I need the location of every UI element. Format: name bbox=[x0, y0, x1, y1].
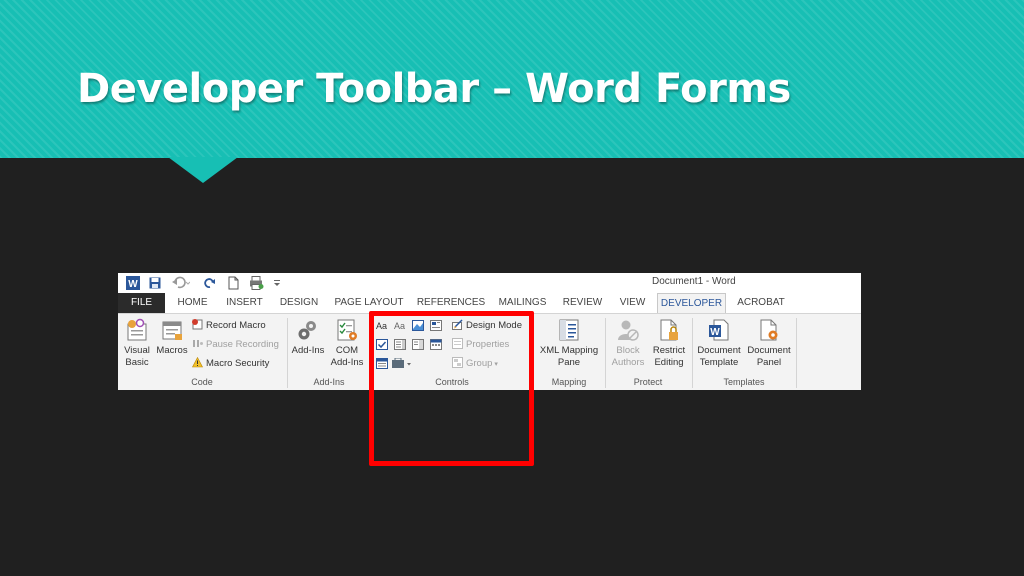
pause-recording-icon bbox=[193, 340, 203, 347]
gears-icon bbox=[298, 321, 316, 340]
tab-view[interactable]: VIEW bbox=[615, 293, 650, 313]
document-panel-icon bbox=[760, 319, 778, 341]
macros-button[interactable]: Macros bbox=[154, 318, 190, 357]
com-add-ins-button[interactable]: COM Add-Ins bbox=[328, 318, 366, 369]
group-label-templates: Templates bbox=[723, 377, 765, 387]
tab-mailings[interactable]: MAILINGS bbox=[495, 293, 550, 313]
tab-home[interactable]: HOME bbox=[171, 293, 214, 313]
group-label-protect: Protect bbox=[633, 377, 663, 387]
tab-insert[interactable]: INSERT bbox=[222, 293, 267, 313]
document-template-icon: W bbox=[709, 319, 729, 341]
restrict-editing-button[interactable]: Restrict Editing bbox=[650, 318, 688, 369]
slide-title: Developer Toolbar – Word Forms bbox=[77, 66, 791, 112]
visual-basic-button[interactable]: Visual Basic bbox=[121, 318, 153, 369]
pause-recording-label: Pause Recording bbox=[206, 339, 279, 350]
group-label-code: Code bbox=[191, 377, 213, 387]
record-macro-button[interactable]: Record Macro bbox=[192, 319, 266, 333]
customize-qat-icon[interactable] bbox=[273, 276, 281, 290]
warning-icon bbox=[192, 357, 203, 368]
macro-security-button[interactable]: Macro Security bbox=[192, 357, 269, 371]
macros-icon bbox=[162, 321, 182, 340]
svg-text:W: W bbox=[710, 327, 720, 338]
macros-label: Macros bbox=[156, 345, 188, 356]
svg-text:W: W bbox=[128, 279, 138, 290]
tab-page-layout[interactable]: PAGE LAYOUT bbox=[332, 293, 406, 313]
new-document-icon[interactable] bbox=[228, 276, 239, 290]
document-panel-button[interactable]: Document Panel bbox=[745, 318, 793, 369]
block-authors-label: Block Authors bbox=[611, 345, 645, 368]
record-macro-label: Record Macro bbox=[206, 320, 266, 331]
document-template-button[interactable]: W Document Template bbox=[695, 318, 743, 369]
xml-mapping-pane-label: XML Mapping Pane bbox=[539, 345, 599, 368]
undo-icon[interactable] bbox=[172, 276, 190, 290]
restrict-editing-icon bbox=[660, 319, 678, 341]
tab-developer[interactable]: DEVELOPER bbox=[657, 293, 726, 314]
document-template-label: Document Template bbox=[697, 345, 741, 368]
header-notch bbox=[168, 157, 238, 183]
tab-references[interactable]: REFERENCES bbox=[416, 293, 486, 313]
xml-mapping-pane-button[interactable]: XML Mapping Pane bbox=[536, 318, 602, 369]
tab-review[interactable]: REVIEW bbox=[559, 293, 606, 313]
visual-basic-icon bbox=[127, 318, 147, 341]
macro-security-label: Macro Security bbox=[206, 358, 270, 369]
block-authors-icon bbox=[618, 320, 639, 341]
quick-access-toolbar: W Document1 - Word bbox=[118, 273, 861, 293]
group-label-mapping: Mapping bbox=[551, 377, 587, 387]
restrict-editing-label: Restrict Editing bbox=[652, 345, 686, 368]
document-panel-label: Document Panel bbox=[747, 345, 791, 368]
block-authors-button[interactable]: Block Authors bbox=[608, 318, 648, 369]
visual-basic-label: Visual Basic bbox=[124, 345, 150, 368]
print-preview-icon[interactable] bbox=[250, 276, 264, 290]
tab-file[interactable]: FILE bbox=[118, 293, 165, 313]
group-label-add-ins: Add-Ins bbox=[313, 377, 345, 387]
add-ins-button[interactable]: Add-Ins bbox=[290, 318, 326, 357]
save-icon[interactable] bbox=[149, 276, 161, 290]
window-title: Document1 - Word bbox=[652, 276, 736, 287]
controls-highlight-box bbox=[369, 311, 534, 466]
add-ins-label: Add-Ins bbox=[291, 345, 325, 356]
redo-icon[interactable] bbox=[204, 276, 216, 290]
com-add-ins-icon bbox=[337, 319, 357, 341]
record-macro-icon bbox=[192, 319, 203, 330]
word-logo-icon[interactable]: W bbox=[126, 276, 140, 290]
com-add-ins-label: COM Add-Ins bbox=[330, 345, 364, 368]
tab-design[interactable]: DESIGN bbox=[275, 293, 323, 313]
tab-acrobat[interactable]: ACROBAT bbox=[732, 293, 790, 313]
group-separator bbox=[796, 318, 797, 388]
slide-header: Developer Toolbar – Word Forms bbox=[0, 0, 1024, 158]
pause-recording-button[interactable]: Pause Recording bbox=[192, 338, 279, 352]
xml-mapping-pane-icon bbox=[559, 319, 579, 341]
ribbon-tabs: FILE HOME INSERT DESIGN PAGE LAYOUT REFE… bbox=[118, 293, 861, 314]
